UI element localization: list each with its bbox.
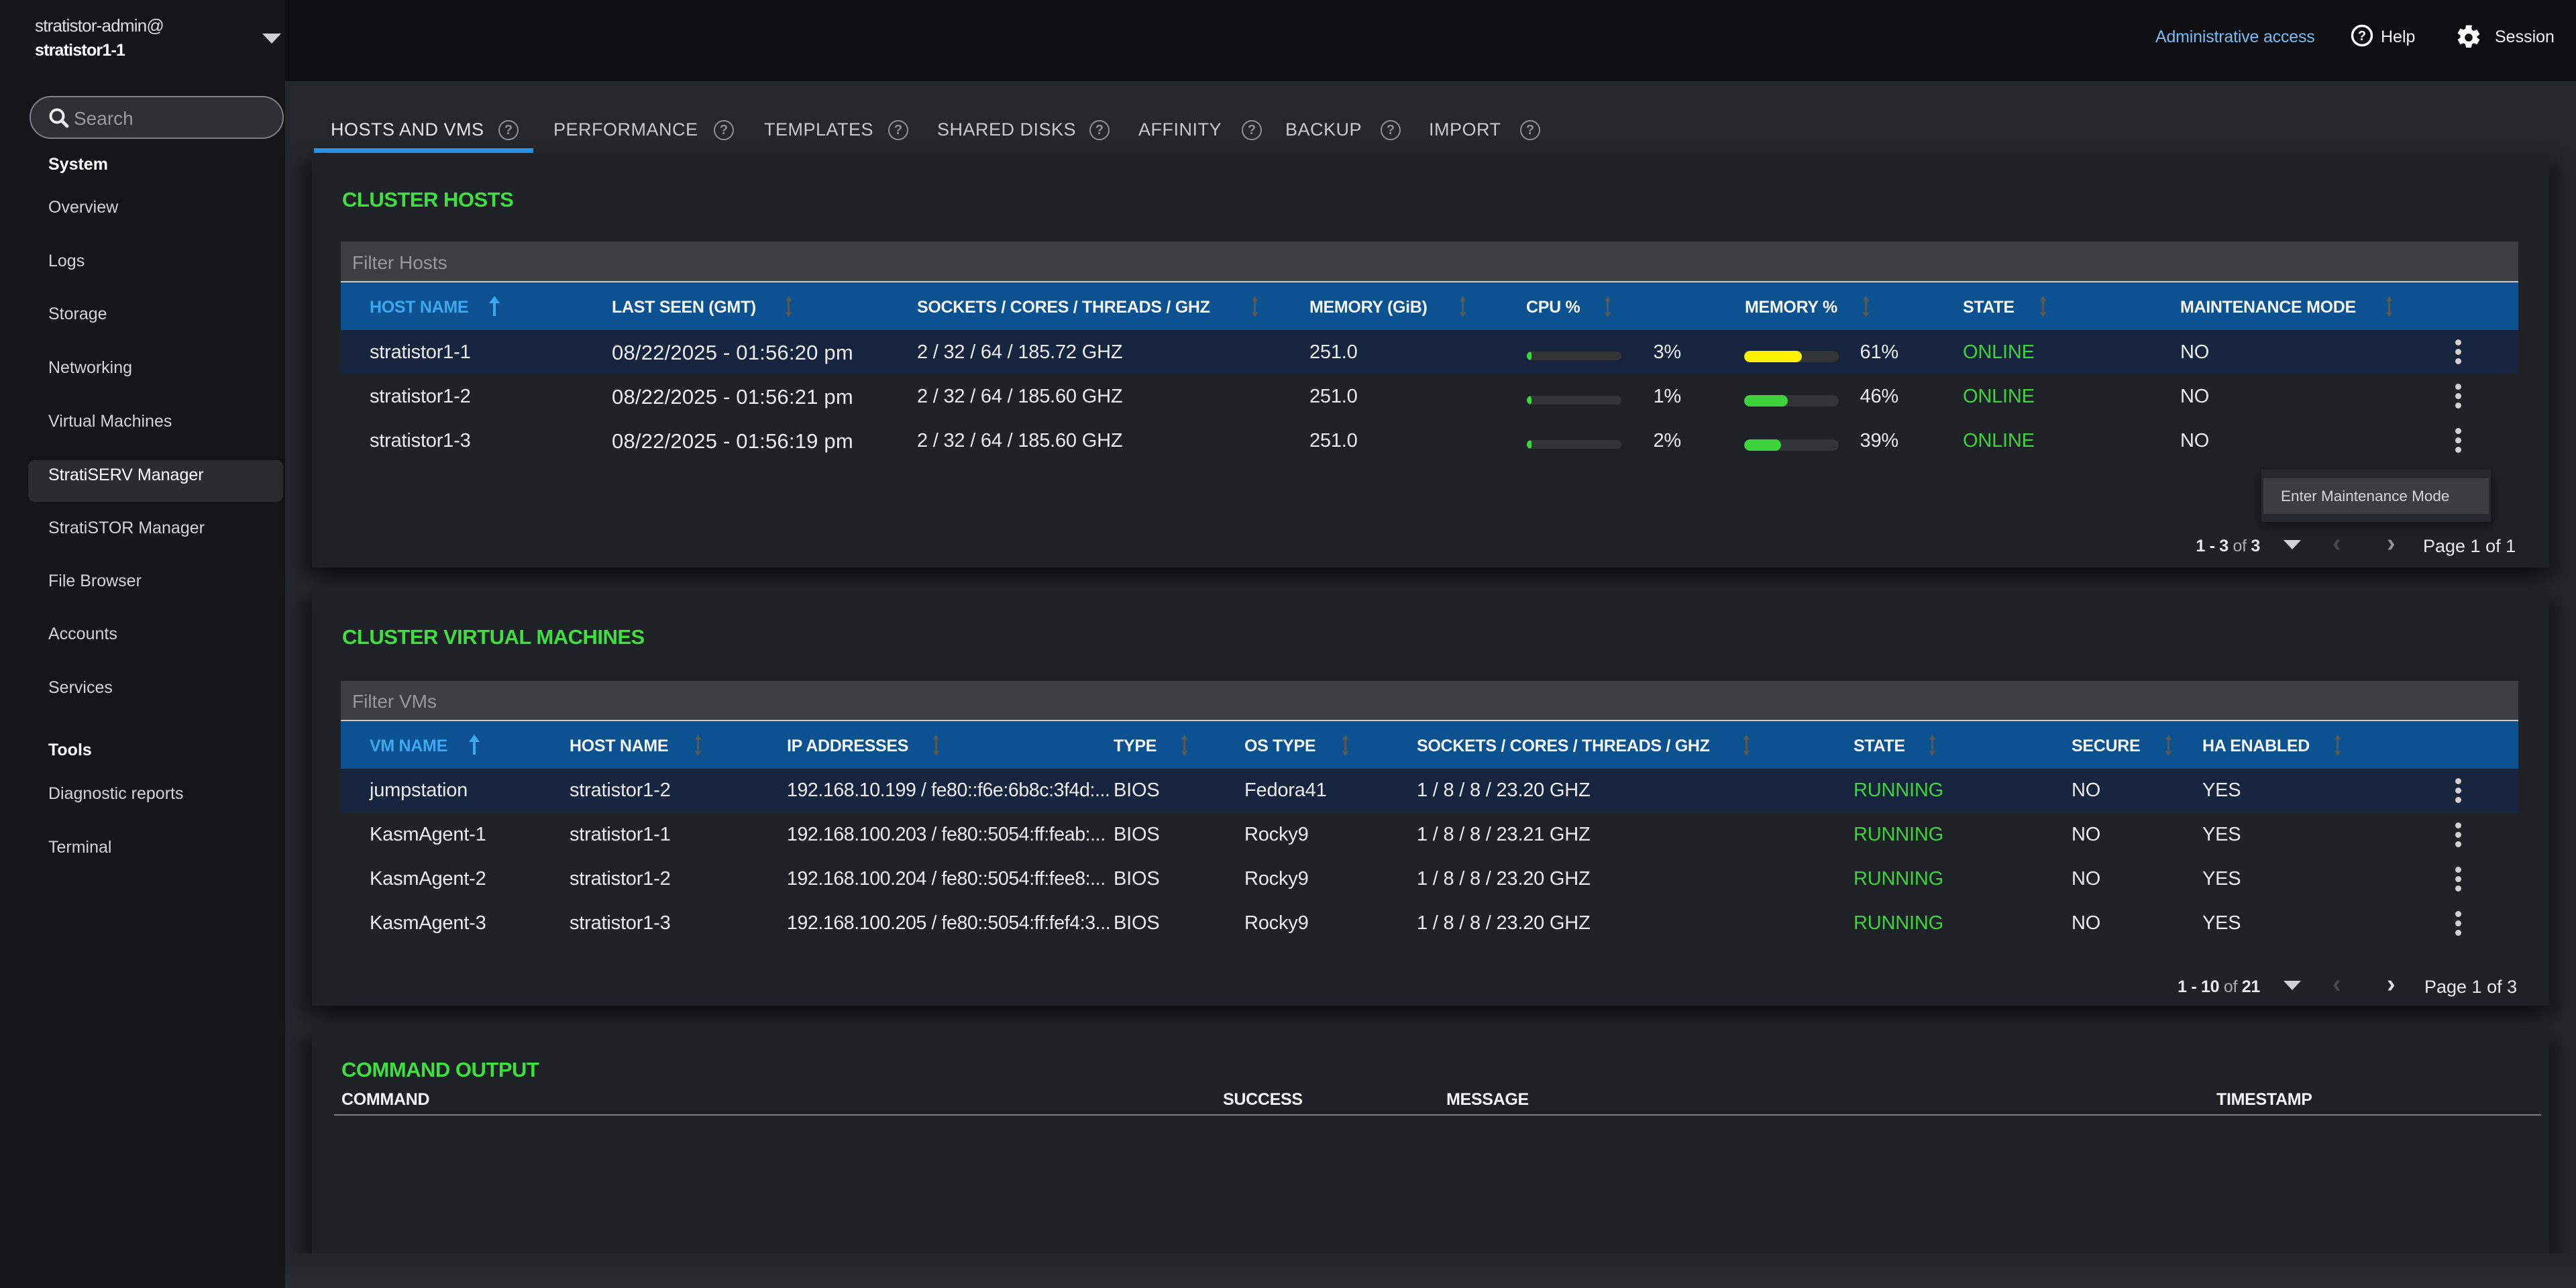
svg-text:?: ? [2358, 29, 2366, 44]
